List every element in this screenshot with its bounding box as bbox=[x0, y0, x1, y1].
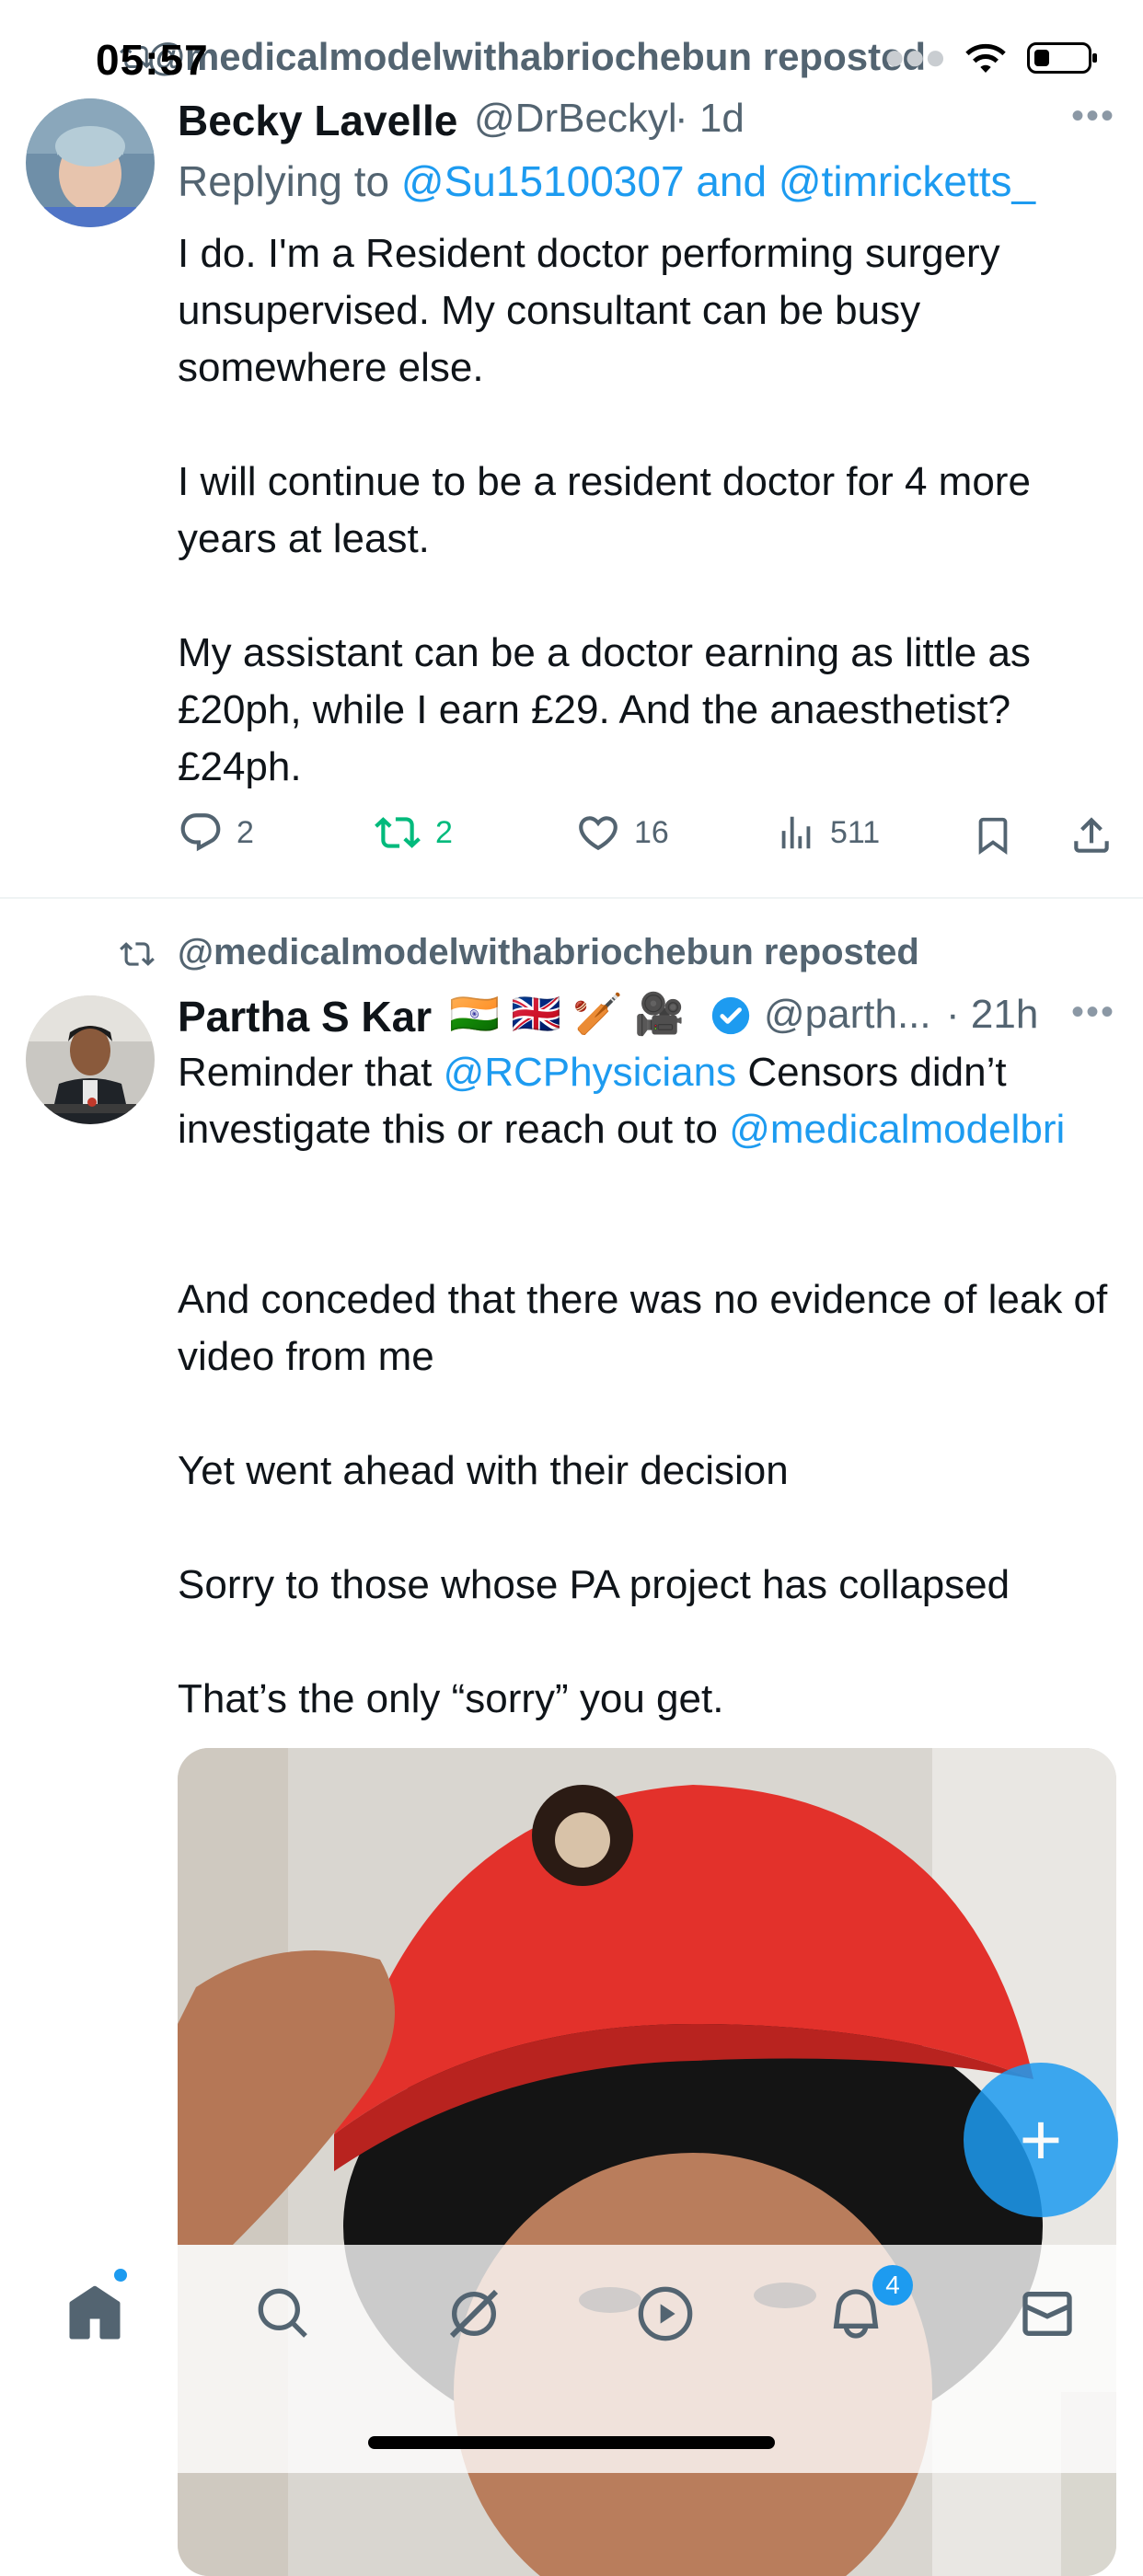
messages-envelope-icon bbox=[1022, 2292, 1072, 2336]
replying-users-link[interactable]: @Su15100307 and @timricketts_ bbox=[401, 157, 1035, 205]
repost-icon bbox=[375, 817, 421, 848]
avatar[interactable] bbox=[26, 995, 155, 1124]
tweet-text: Reminder that @RCPhysicians Censors didn… bbox=[178, 1044, 1116, 1158]
tweet-divider bbox=[0, 897, 1143, 899]
views-chart-icon bbox=[781, 816, 811, 849]
like-count: 16 bbox=[634, 814, 669, 850]
view-count: 511 bbox=[830, 814, 881, 850]
repost-label[interactable]: @medicalmodelwithabriochebun reposted bbox=[178, 932, 919, 973]
grok-icon bbox=[449, 2289, 499, 2339]
mention-link[interactable]: @medicalmodelbri bbox=[729, 1107, 1065, 1152]
reply-button[interactable]: 2 bbox=[178, 810, 254, 856]
tweet-time[interactable]: · 1d bbox=[675, 96, 745, 142]
more-options-icon[interactable]: ••• bbox=[1071, 992, 1115, 1033]
replying-prefix: Replying to bbox=[178, 157, 401, 205]
status-time: 05:57 bbox=[96, 36, 209, 84]
tweet-text-rest: And conceded that there was no evidence … bbox=[178, 1277, 1108, 1721]
avatar[interactable] bbox=[26, 98, 155, 227]
wifi-icon bbox=[965, 43, 1007, 73]
repost-icon bbox=[120, 942, 155, 966]
plus-icon: + bbox=[1019, 2099, 1063, 2180]
tweet-text-prefix: Reminder that bbox=[178, 1050, 444, 1095]
share-icon[interactable] bbox=[1068, 811, 1114, 859]
reply-icon bbox=[180, 813, 221, 852]
mention-link[interactable]: @RCPhysicians bbox=[444, 1050, 737, 1095]
replying-to: Replying to @Su15100307 and @timricketts… bbox=[178, 156, 1035, 206]
reply-count: 2 bbox=[237, 814, 254, 850]
tab-grok[interactable] bbox=[437, 2277, 511, 2351]
name-emojis: 🇮🇳 🇬🇧 🏏 🎥 bbox=[449, 992, 685, 1037]
tab-video[interactable] bbox=[629, 2277, 702, 2351]
more-options-icon[interactable]: ••• bbox=[1071, 96, 1115, 137]
tab-home[interactable] bbox=[58, 2277, 132, 2351]
tab-messages[interactable] bbox=[1010, 2277, 1084, 2351]
new-content-dot bbox=[114, 2269, 127, 2282]
status-icons: ●●● bbox=[883, 37, 1098, 78]
tweet-text: I do. I'm a Resident doctor performing s… bbox=[178, 231, 1031, 789]
notifications-badge: 4 bbox=[872, 2265, 913, 2306]
author-handle[interactable]: @DrBeckyl bbox=[474, 96, 677, 142]
bookmark-icon[interactable] bbox=[972, 811, 1014, 859]
repost-count: 2 bbox=[435, 814, 453, 850]
author-handle[interactable]: @parth... bbox=[764, 992, 931, 1038]
home-indicator bbox=[368, 2436, 775, 2449]
search-icon bbox=[258, 2288, 307, 2338]
heart-icon bbox=[579, 816, 618, 851]
video-play-icon bbox=[638, 2286, 693, 2341]
tab-search[interactable] bbox=[247, 2277, 320, 2351]
top-repost-label: @medicalmodelwithabriochebun reposted bbox=[147, 35, 927, 78]
compose-tweet-button[interactable]: + bbox=[964, 2063, 1118, 2217]
home-icon bbox=[69, 2285, 121, 2340]
repost-button[interactable]: 2 bbox=[373, 810, 453, 856]
author-name[interactable]: Becky Lavelle bbox=[178, 96, 457, 145]
views-button[interactable]: 511 bbox=[775, 810, 880, 856]
tweet-time[interactable]: · 21h bbox=[946, 992, 1038, 1038]
cellular-dots-icon: ●●● bbox=[883, 37, 946, 77]
like-button[interactable]: 16 bbox=[575, 810, 669, 856]
author-name[interactable]: Partha S Kar bbox=[178, 992, 432, 1041]
verified-badge-icon[interactable] bbox=[710, 995, 751, 1036]
battery-icon bbox=[1027, 41, 1098, 74]
